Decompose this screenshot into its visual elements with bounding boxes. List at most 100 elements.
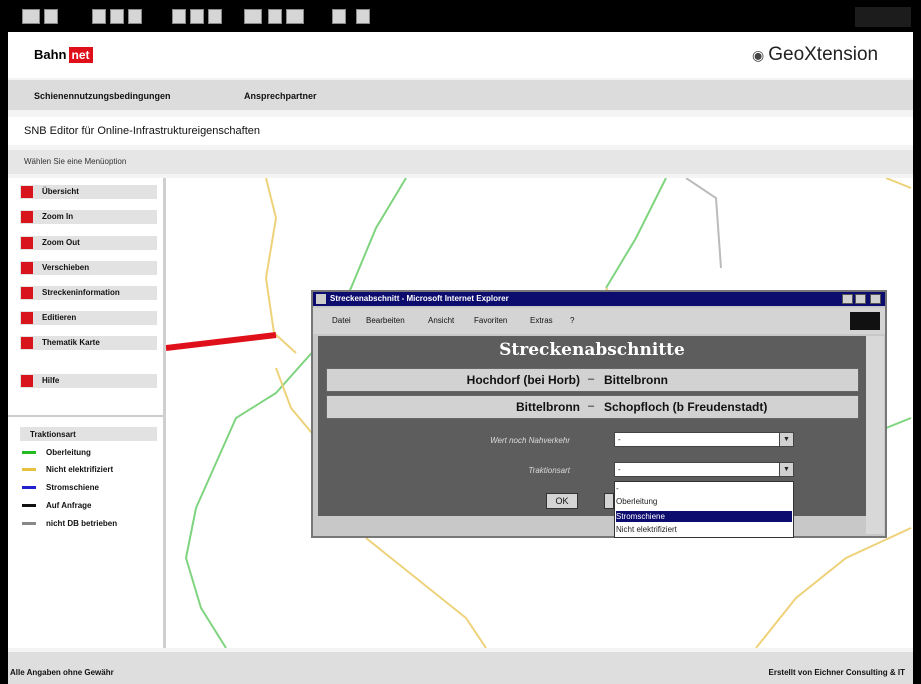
legend-label: Stromschiene	[46, 483, 99, 492]
popup-window-title: Streckenabschnitt - Microsoft Internet E…	[330, 294, 509, 303]
legend-label: Nicht elektrifiziert	[46, 465, 114, 474]
rail-line-gray	[685, 178, 722, 269]
legend-swatch-on-request	[22, 504, 36, 507]
menu-favorites[interactable]: Favoriten	[474, 316, 507, 325]
footer-credit: Erstellt von Eichner Consulting & IT	[768, 668, 905, 677]
mail-icon[interactable]	[244, 9, 262, 24]
menu-file[interactable]: Datei	[332, 316, 351, 325]
logo-geo-text: GeoXtension	[768, 44, 879, 65]
logo-bahn-text: Bahn	[34, 47, 67, 62]
discuss-icon[interactable]	[332, 9, 346, 24]
ie-icon	[316, 294, 326, 304]
sidebar-item-label: Zoom In	[42, 212, 74, 221]
sidebar-item-info[interactable]: Streckeninformation	[20, 286, 157, 300]
section-dash: –	[588, 400, 595, 412]
rail-line-yellow	[275, 367, 317, 439]
sidebar-item-overview[interactable]: Übersicht	[20, 185, 157, 199]
geoxtension-logo: ◉ GeoXtension	[752, 44, 878, 66]
nav-link-contact[interactable]: Ansprechpartner	[244, 91, 317, 101]
close-icon[interactable]	[870, 294, 881, 304]
section-from: Bittelbronn	[516, 400, 580, 414]
page-title: SNB Editor für Online-Infrastruktureigen…	[24, 125, 261, 137]
maximize-icon[interactable]	[855, 294, 866, 304]
dropdown-option[interactable]: Oberleitung	[616, 496, 792, 507]
section-dash: –	[588, 373, 595, 385]
ie-logo-icon	[850, 312, 880, 330]
field1-label: Wert noch Nahverkehr	[490, 436, 570, 445]
sidebar-item-help[interactable]: Hilfe	[20, 374, 157, 388]
window-controls[interactable]	[855, 7, 911, 27]
edit-icon	[21, 312, 33, 324]
traction-select[interactable]: - ▼	[614, 462, 794, 477]
legend-label: Oberleitung	[46, 448, 91, 457]
stop-icon[interactable]	[92, 9, 106, 24]
zoom-in-icon	[21, 211, 33, 223]
popup-scrollbar[interactable]	[866, 336, 884, 534]
rail-line-green	[605, 178, 667, 289]
sidebar-item-edit[interactable]: Editieren	[20, 311, 157, 325]
logo-net-text: net	[68, 47, 93, 63]
menu-view[interactable]: Ansicht	[428, 316, 454, 325]
sidebar-item-zoom-in[interactable]: Zoom In	[20, 210, 157, 224]
map-icon	[21, 337, 33, 349]
subtitle-bar	[8, 150, 913, 174]
sidebar-item-label: Zoom Out	[42, 238, 80, 247]
rail-line-yellow	[885, 178, 912, 189]
sidebar-item-zoom-out[interactable]: Zoom Out	[20, 236, 157, 250]
sections-heading: Streckenabschnitte	[499, 340, 685, 360]
refresh-icon[interactable]	[110, 9, 124, 24]
search-icon[interactable]	[172, 9, 186, 24]
edit-page-icon[interactable]	[286, 9, 304, 24]
eye-icon: ◉	[752, 47, 765, 63]
print-icon[interactable]	[268, 9, 282, 24]
rail-line-green	[885, 417, 912, 429]
highlighted-segment	[166, 332, 277, 351]
page-subtitle: Wählen Sie eine Menüoption	[24, 157, 127, 166]
back-icon[interactable]	[22, 9, 40, 24]
sidebar-item-label: Thematik Karte	[42, 338, 100, 347]
legend-swatch-non-electrified	[22, 468, 36, 471]
menu-edit[interactable]: Bearbeiten	[366, 316, 405, 325]
overview-icon	[21, 186, 33, 198]
sidebar-item-label: Verschieben	[42, 263, 90, 272]
messenger-icon[interactable]	[356, 9, 370, 24]
help-icon	[21, 375, 33, 387]
history-icon[interactable]	[208, 9, 222, 24]
favorites-icon[interactable]	[190, 9, 204, 24]
legend-swatch-non-db	[22, 522, 36, 525]
sidebar-item-label: Editieren	[42, 313, 77, 322]
dropdown-option-selected[interactable]: Stromschiene	[616, 511, 792, 522]
section-to: Bittelbronn	[604, 373, 668, 387]
info-icon	[21, 287, 33, 299]
legend-swatch-third-rail	[22, 486, 36, 489]
field2-value: -	[618, 465, 621, 474]
sidebar-item-pan[interactable]: Verschieben	[20, 261, 157, 275]
sidebar-item-thematic-map[interactable]: Thematik Karte	[20, 336, 157, 350]
forward-icon[interactable]	[44, 9, 58, 24]
chevron-down-icon[interactable]: ▼	[779, 433, 793, 446]
legend-swatch-overhead	[22, 451, 36, 454]
field1-select[interactable]: - ▼	[614, 432, 794, 447]
menu-help[interactable]: ?	[570, 316, 574, 325]
sidebar-item-label: Hilfe	[42, 376, 60, 385]
rail-line-yellow	[264, 178, 297, 354]
minimize-icon[interactable]	[842, 294, 853, 304]
section-from: Hochdorf (bei Horb)	[466, 373, 580, 387]
legend-label: nicht DB betrieben	[46, 519, 118, 528]
legend-label: Auf Anfrage	[46, 501, 92, 510]
menu-tools[interactable]: Extras	[530, 316, 553, 325]
cancel-button[interactable]	[604, 493, 614, 509]
sidebar-divider	[8, 415, 163, 417]
field2-label: Traktionsart	[528, 466, 570, 475]
dropdown-option[interactable]: -	[616, 483, 792, 494]
chevron-down-icon[interactable]: ▼	[779, 463, 793, 476]
dropdown-option[interactable]: Nicht elektrifiziert	[616, 524, 792, 535]
home-icon[interactable]	[128, 9, 142, 24]
rail-line-yellow	[365, 537, 487, 648]
bahn-net-logo[interactable]: Bahn net	[34, 47, 93, 63]
sidebar-item-label: Übersicht	[42, 187, 79, 196]
nav-link-conditions[interactable]: Schienennutzungsbedingungen	[34, 91, 171, 101]
ok-button[interactable]: OK	[546, 493, 578, 509]
field1-value: -	[618, 435, 621, 444]
rail-line-yellow	[755, 527, 912, 648]
